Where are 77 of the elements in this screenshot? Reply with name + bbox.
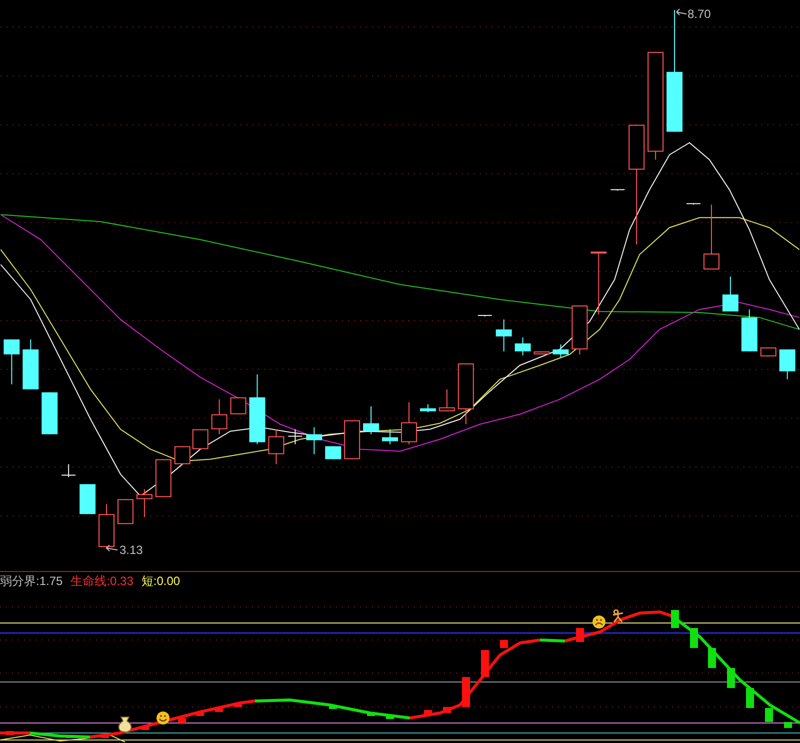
- candlestick: [741, 308, 758, 352]
- histogram-bar: [671, 610, 679, 628]
- histogram-bar: [690, 628, 698, 648]
- legend-label: 短:: [141, 575, 157, 587]
- candlestick: [496, 318, 512, 352]
- candlestick: [22, 338, 39, 390]
- candlestick: [155, 458, 172, 498]
- candlestick: [703, 204, 720, 270]
- candlestick: [458, 362, 474, 425]
- candlestick: [325, 446, 342, 460]
- candlestick: [382, 428, 398, 445]
- candlestick: [230, 396, 246, 415]
- histogram-bar: [765, 708, 773, 722]
- candlestick: [192, 428, 208, 450]
- candlestick: [249, 374, 266, 445]
- candlestick: [80, 484, 96, 515]
- candlestick: [477, 314, 492, 317]
- histogram-bar: [708, 648, 716, 668]
- candlestick: [514, 336, 531, 356]
- candlestick: [211, 398, 228, 435]
- candlestick: [438, 388, 455, 412]
- histogram-bar: [234, 703, 242, 707]
- histogram-bar: [178, 718, 186, 723]
- legend-label: 弱分界:: [0, 575, 40, 587]
- pointer-arrow-icon: [676, 8, 687, 16]
- histogram-bar: [727, 668, 735, 688]
- money-bag-icon: [118, 716, 132, 732]
- histogram-bar: [481, 650, 489, 677]
- candlestick: [288, 428, 303, 445]
- candlestick: [61, 464, 76, 478]
- sad-face-icon: [592, 616, 606, 628]
- histogram-bar: [386, 715, 394, 719]
- histogram-bar: [500, 640, 508, 648]
- histogram-bar: [746, 688, 754, 708]
- histogram-bar: [66, 735, 74, 738]
- histogram-bar: [141, 726, 149, 730]
- running-person-icon: [612, 609, 624, 623]
- candlestick: [779, 348, 796, 380]
- candlestick: [363, 406, 380, 435]
- legend-value: 0.33: [110, 575, 134, 587]
- candlestick: [98, 504, 114, 550]
- candlestick: [42, 392, 58, 435]
- legend-label: 生命线:: [70, 575, 110, 587]
- histogram-bar: [329, 705, 337, 709]
- candlestick: [686, 203, 701, 206]
- histogram-bar: [784, 722, 792, 728]
- candlestick: [306, 426, 322, 455]
- candlestick: [610, 189, 626, 192]
- candlestick: [572, 304, 588, 355]
- high-price-label: 8.70: [688, 6, 711, 21]
- candlestick: [760, 346, 776, 357]
- histogram-bar: [462, 677, 470, 707]
- candlestick: [552, 344, 569, 358]
- candlestick: [136, 488, 152, 518]
- legend-value: 0.00: [156, 575, 180, 587]
- legend-value: 1.75: [39, 575, 63, 587]
- smiley-face-icon: [156, 712, 170, 724]
- low-price-label: 3.13: [120, 543, 143, 558]
- candlestick: [118, 498, 134, 525]
- candlestick: [534, 350, 550, 355]
- candlestick: [4, 338, 20, 385]
- histogram-bar: [576, 628, 584, 642]
- candlestick: [420, 404, 436, 413]
- histogram-bar: [367, 712, 375, 716]
- candlestick: [590, 251, 607, 315]
- histogram-bar: [196, 712, 204, 716]
- candlestick: [268, 428, 284, 465]
- pointer-arrow-icon: [106, 544, 118, 552]
- histogram-bar: [6, 731, 14, 735]
- histogram-bar: [443, 707, 451, 713]
- candlestick: [174, 446, 190, 465]
- histogram-bar: [215, 708, 223, 712]
- candlestick: [722, 276, 738, 312]
- histogram-bar: [101, 735, 109, 738]
- histogram-bar: [424, 710, 432, 716]
- candlestick: [401, 402, 417, 445]
- candlestick: [344, 420, 360, 460]
